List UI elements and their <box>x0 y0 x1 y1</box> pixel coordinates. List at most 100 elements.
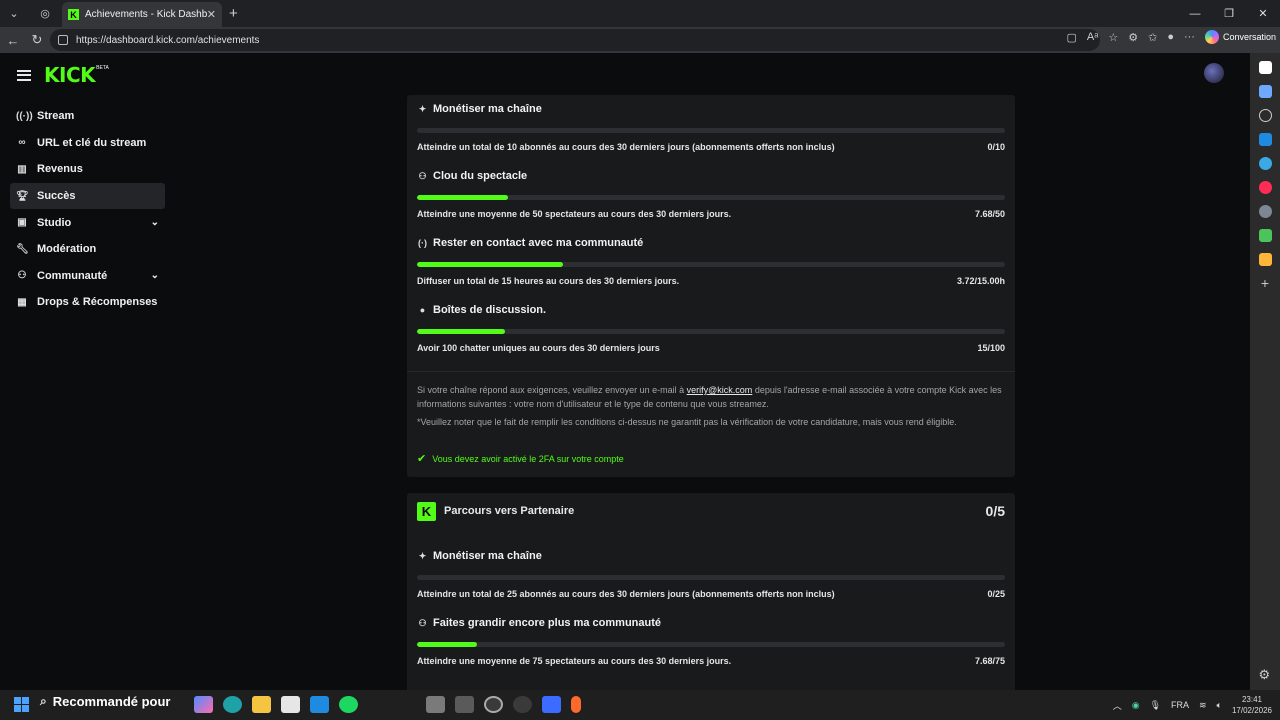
close-tab-icon[interactable]: ✕ <box>207 8 216 21</box>
window-controls: — ❐ ✕ <box>1178 0 1280 27</box>
app-icon[interactable] <box>542 696 561 713</box>
tab-list-chevron-icon[interactable]: ⌄ <box>2 3 26 23</box>
sidebar-item-studio[interactable]: ▣ Studio ⌄ <box>10 209 165 236</box>
site-info-icon[interactable] <box>58 35 68 45</box>
google-icon[interactable] <box>1258 61 1272 74</box>
minimize-icon[interactable]: — <box>1178 0 1212 27</box>
requirement-text: Vous devez avoir activé le 2FA sur votre… <box>432 453 624 464</box>
achievement-item: ⚇ Clou du spectacle Atteindre une moyenne… <box>417 170 1005 219</box>
achievement-title: Monétiser ma chaîne <box>433 550 542 562</box>
drops-icon: ▦ <box>17 296 27 308</box>
verify-email-link[interactable]: verify@kick.com <box>687 385 753 395</box>
more-menu-icon[interactable]: ··· <box>1184 31 1195 43</box>
shopping-tag-icon[interactable] <box>1258 85 1272 98</box>
hamburger-menu-icon[interactable] <box>17 69 31 81</box>
extensions-icon[interactable]: ⚙ <box>1128 31 1138 44</box>
app-icon[interactable] <box>426 696 445 713</box>
url-field[interactable]: https://dashboard.kick.com/achievements <box>50 29 1100 51</box>
wifi-icon[interactable]: ≋ <box>1199 700 1207 711</box>
verification-note: Si votre chaîne répond aux exigences, ve… <box>417 384 1005 411</box>
kick-dashboard: KICK BETA ((·)) Stream ∞ URL et clé du s… <box>0 53 1250 690</box>
search-icon[interactable] <box>1258 109 1272 122</box>
split-screen-icon[interactable]: ▢ <box>1067 31 1077 44</box>
profile-icon[interactable]: ● <box>1167 31 1174 43</box>
speaker-icon[interactable]: 🔈︎ <box>1217 700 1222 711</box>
sparkle-icon: ✦ <box>418 103 427 114</box>
chart-icon: ▥ <box>17 163 27 175</box>
edge-app-icon[interactable] <box>223 696 242 713</box>
refresh-icon[interactable]: ↻ <box>25 28 49 52</box>
sidebar-item-drops[interactable]: ▦ Drops & Récompenses <box>10 289 165 316</box>
read-aloud-icon[interactable]: Aᵃ <box>1087 31 1098 43</box>
achievement-item: ✦ Monétiser ma chaîne Atteindre un total … <box>417 103 1005 152</box>
partner-card-count: 0/5 <box>985 503 1005 519</box>
copilot-conversation-button[interactable]: Conversation <box>1204 30 1276 44</box>
back-arrow-icon[interactable]: ← <box>1 28 25 52</box>
sidebar-item-label: Communauté <box>37 269 108 282</box>
maximize-icon[interactable]: ❐ <box>1212 0 1246 27</box>
add-sidebar-app-icon[interactable]: + <box>1259 276 1272 290</box>
chevron-down-icon[interactable]: ⌄ <box>151 270 159 281</box>
app-icon[interactable] <box>484 696 503 713</box>
close-window-icon[interactable]: ✕ <box>1246 0 1280 27</box>
file-explorer-icon[interactable] <box>252 696 271 713</box>
progress-fill <box>417 642 477 647</box>
sidebar-item-stream-key[interactable]: ∞ URL et clé du stream <box>10 130 165 157</box>
sidebar-item-stream[interactable]: ((·)) Stream <box>10 103 165 130</box>
microphone-icon[interactable]: 🎙︎ <box>1150 700 1161 711</box>
broadcast-icon: ((·)) <box>16 110 33 122</box>
clock[interactable]: 23:41 17/02/2026 <box>1232 694 1272 716</box>
telegram-icon[interactable] <box>1258 157 1272 170</box>
user-avatar[interactable] <box>1204 63 1224 83</box>
sidebar-item-label: Drops & Récompenses <box>37 296 158 309</box>
checkmark-icon: ✔ <box>417 453 427 465</box>
games-icon[interactable] <box>1258 229 1272 242</box>
chevron-down-icon[interactable]: ⌄ <box>151 217 159 228</box>
address-bar-row: ← ↻ https://dashboard.kick.com/achieveme… <box>0 27 1280 53</box>
language-indicator[interactable]: FRA <box>1171 700 1189 710</box>
browser-tab[interactable]: K Achievements - Kick Dashboard ✕ <box>62 2 222 27</box>
taskbar: ⌕ Recommandé pour ︿ ◉ 🎙︎ FRA ≋ 🔈︎ 23:41 … <box>0 690 1280 720</box>
sidebar-item-label: Stream <box>37 110 75 123</box>
windows-start-icon[interactable] <box>14 697 29 712</box>
achievement-description: Atteindre une moyenne de 50 spectateurs … <box>417 209 732 219</box>
sidebar-item-moderation[interactable]: 🔧︎ Modération <box>10 236 165 263</box>
sidebar-item-achievements[interactable]: 🏆︎ Succès <box>10 182 165 210</box>
microphone-app-icon[interactable] <box>571 696 581 713</box>
store-app-icon[interactable] <box>281 696 300 713</box>
sidebar-item-revenue[interactable]: ▥ Revenus <box>10 156 165 183</box>
achievement-title: Clou du spectacle <box>433 170 528 182</box>
system-tray: ︿ ◉ 🎙︎ FRA ≋ 🔈︎ 23:41 17/02/2026 <box>1113 694 1272 716</box>
drive-icon[interactable] <box>1258 205 1272 218</box>
progress-fill <box>417 329 506 334</box>
favorites-icon[interactable]: ✩ <box>1148 31 1157 44</box>
shield-icon[interactable]: ◉ <box>1132 700 1140 711</box>
kick-logo[interactable]: KICK <box>44 63 96 87</box>
achievement-value: 7.68/75 <box>974 656 1005 666</box>
copilot-app-icon[interactable] <box>194 696 213 713</box>
music-icon[interactable] <box>1258 181 1272 194</box>
progress-bar <box>417 195 1005 200</box>
partner-card-header: K Parcours vers Partenaire 0/5 <box>417 501 1005 521</box>
spotify-app-icon[interactable] <box>339 696 358 713</box>
sidebar-nav: ((·)) Stream ∞ URL et clé du stream ▥ Re… <box>10 103 165 316</box>
taskbar-apps <box>194 696 358 713</box>
chevron-up-icon[interactable]: ︿ <box>1113 699 1122 712</box>
outlook-icon[interactable] <box>1258 133 1272 146</box>
favorite-star-icon[interactable]: ☆ <box>1108 31 1118 44</box>
achievement-description: Avoir 100 chatter uniques au cours des 3… <box>417 343 660 353</box>
achievement-description: Atteindre une moyenne de 75 spectateurs … <box>417 656 732 666</box>
workspaces-icon[interactable]: ◎ <box>33 3 57 23</box>
viewers-icon: ⚇ <box>418 170 427 181</box>
progress-bar <box>417 128 1005 133</box>
office-icon[interactable] <box>1258 253 1272 266</box>
achievement-item: ⚇ Faites grandir encore plus ma communaut… <box>417 617 1005 666</box>
sidebar-item-label: Modération <box>37 243 97 256</box>
sidebar-settings-icon[interactable]: ⚙ <box>1259 667 1272 682</box>
app-icon[interactable] <box>513 696 532 713</box>
sidebar-item-community[interactable]: ⚇ Communauté ⌄ <box>10 263 165 290</box>
new-tab-icon[interactable]: + <box>229 5 238 22</box>
outlook-app-icon[interactable] <box>310 696 329 713</box>
taskbar-search[interactable]: ⌕ Recommandé pour <box>40 694 170 709</box>
app-icon[interactable] <box>455 696 474 713</box>
